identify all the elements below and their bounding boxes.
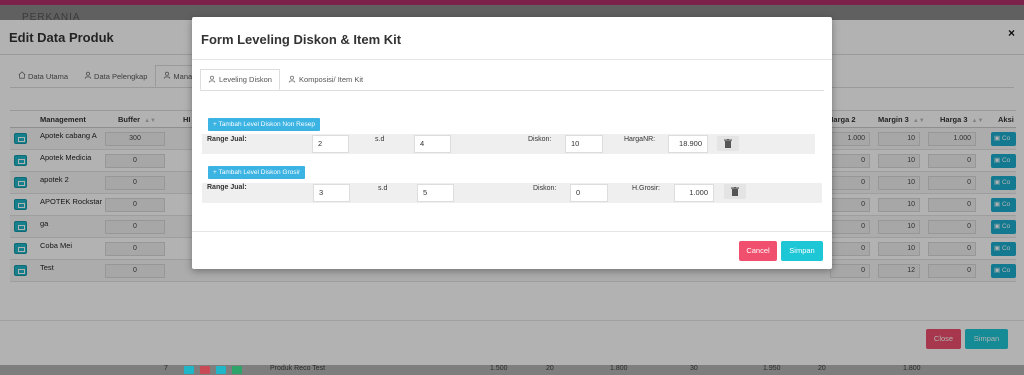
save-button[interactable]: Simpan (781, 241, 823, 261)
user-icon (208, 75, 216, 85)
modal-title: Form Leveling Diskon & Item Kit (201, 32, 402, 47)
cell-value: 1.800 (610, 365, 628, 372)
divider (192, 59, 832, 60)
delete-non-resep-button[interactable] (717, 136, 739, 151)
check-icon (232, 366, 242, 374)
tab-underline (200, 90, 824, 91)
tab-leveling-diskon[interactable]: Leveling Diskon (200, 69, 280, 90)
range-from-input[interactable]: 3 (313, 184, 350, 202)
sd-label: s.d (375, 136, 385, 143)
range-jual-label: Range Jual: (207, 184, 247, 191)
divider (192, 231, 832, 232)
range-from-input[interactable]: 2 (312, 135, 349, 153)
trash-icon (724, 139, 732, 148)
tab-label: Leveling Diskon (219, 75, 272, 84)
diskon-label: Diskon: (528, 136, 552, 143)
row-number: 7 (164, 365, 168, 372)
cancel-button[interactable]: Cancel (739, 241, 777, 261)
diskon-input[interactable]: 10 (565, 135, 603, 153)
tab-label: Komposisi/ Item Kit (298, 75, 364, 84)
edit-icon (184, 366, 194, 374)
cell-value: 1.950 (763, 365, 781, 372)
trash-icon (731, 187, 739, 196)
range-to-input[interactable]: 4 (414, 135, 451, 153)
diskon-label: Diskon: (533, 185, 557, 192)
tab-bar: Leveling Diskon Komposisi/ Item Kit (200, 69, 371, 90)
cell-value: 20 (818, 365, 826, 372)
view-icon (216, 366, 226, 374)
harga-nr-input[interactable]: 18.900 (668, 135, 708, 153)
range-jual-label: Range Jual: (207, 136, 247, 143)
cell-value: 1.500 (490, 365, 508, 372)
add-non-resep-level-button[interactable]: + Tambah Level Diskon Non Resep (208, 118, 320, 131)
cell-value: 20 (546, 365, 554, 372)
delete-icon (200, 366, 210, 374)
h-grosir-input[interactable]: 1.000 (674, 184, 714, 202)
leveling-discount-modal: Form Leveling Diskon & Item Kit Leveling… (192, 17, 832, 269)
cell-value: 30 (690, 365, 698, 372)
sd-label: s.d (378, 185, 388, 192)
user-icon (288, 75, 296, 85)
cell-value: 1.800 (903, 365, 921, 372)
diskon-input[interactable]: 0 (570, 184, 608, 202)
product-name: Produk Reco Test (270, 365, 326, 372)
range-to-input[interactable]: 5 (417, 184, 454, 202)
background-table-row (0, 365, 1024, 375)
add-grosir-level-button[interactable]: + Tambah Level Diskon Grosir (208, 166, 306, 179)
h-grosir-label: H.Grosir: (632, 185, 660, 192)
harga-nr-label: HargaNR: (624, 136, 656, 143)
tab-komposisi-item-kit[interactable]: Komposisi/ Item Kit (280, 69, 371, 90)
delete-grosir-button[interactable] (724, 184, 746, 199)
